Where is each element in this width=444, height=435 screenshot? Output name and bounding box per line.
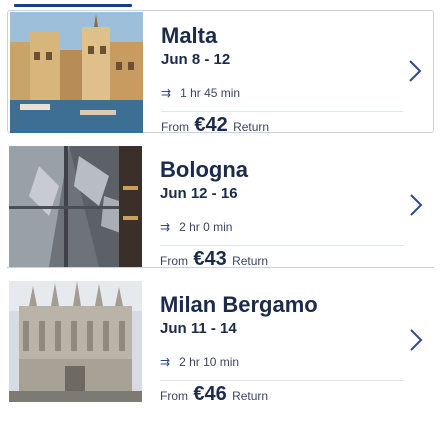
flight-duration: ⇉ 2 hr 0 min (160, 220, 232, 234)
flight-duration-icon: ⇉ (160, 220, 171, 234)
destination-city: Bologna (160, 157, 248, 182)
flight-duration: ⇉ 2 hr 10 min (160, 355, 239, 369)
travel-dates: Jun 11 - 14 (160, 320, 237, 337)
divider (160, 380, 404, 381)
flight-duration-icon: ⇉ (160, 355, 171, 369)
chevron-right-icon[interactable] (406, 191, 426, 219)
price-amount: €46 (193, 383, 227, 405)
destination-image (9, 146, 142, 267)
destination-city: Malta (161, 23, 218, 48)
trip-type-label: Return (233, 120, 270, 134)
flight-duration-text: 2 hr 0 min (179, 220, 233, 234)
price-row: From €43 Return (160, 248, 268, 271)
trip-type-label: Return (232, 254, 269, 268)
active-tab-indicator (14, 4, 132, 7)
flight-duration-text: 2 hr 10 min (179, 355, 240, 369)
travel-dates: Jun 12 - 16 (160, 185, 238, 202)
price-from-label: From (161, 120, 189, 134)
flight-duration: ⇉ 1 hr 45 min (161, 86, 240, 100)
price-amount: €43 (193, 248, 227, 270)
trip-type-label: Return (232, 389, 269, 403)
price-from-label: From (160, 389, 188, 403)
travel-dates: Jun 8 - 12 (161, 51, 231, 68)
destination-card-bologna[interactable]: Bologna Jun 12 - 16 ⇉ 2 hr 0 min From €43… (7, 145, 434, 271)
price-row: From €46 Return (160, 383, 268, 406)
destination-image (9, 281, 142, 402)
destination-card-malta[interactable]: Malta Jun 8 - 12 ⇉ 1 hr 45 min From €42 R… (7, 10, 434, 136)
price-from-label: From (160, 254, 188, 268)
destination-card-milan-bergamo[interactable]: Milan Bergamo Jun 11 - 14 ⇉ 2 hr 10 min F… (7, 280, 434, 406)
flight-duration-text: 1 hr 45 min (180, 86, 241, 100)
price-amount: €42 (194, 114, 228, 136)
divider (161, 111, 403, 112)
price-row: From €42 Return (161, 114, 269, 137)
divider (160, 245, 404, 246)
chevron-right-icon[interactable] (406, 326, 426, 354)
destination-city: Milan Bergamo (160, 292, 318, 317)
chevron-right-icon[interactable] (405, 57, 425, 85)
flight-duration-icon: ⇉ (161, 86, 172, 100)
destination-image (10, 12, 143, 133)
